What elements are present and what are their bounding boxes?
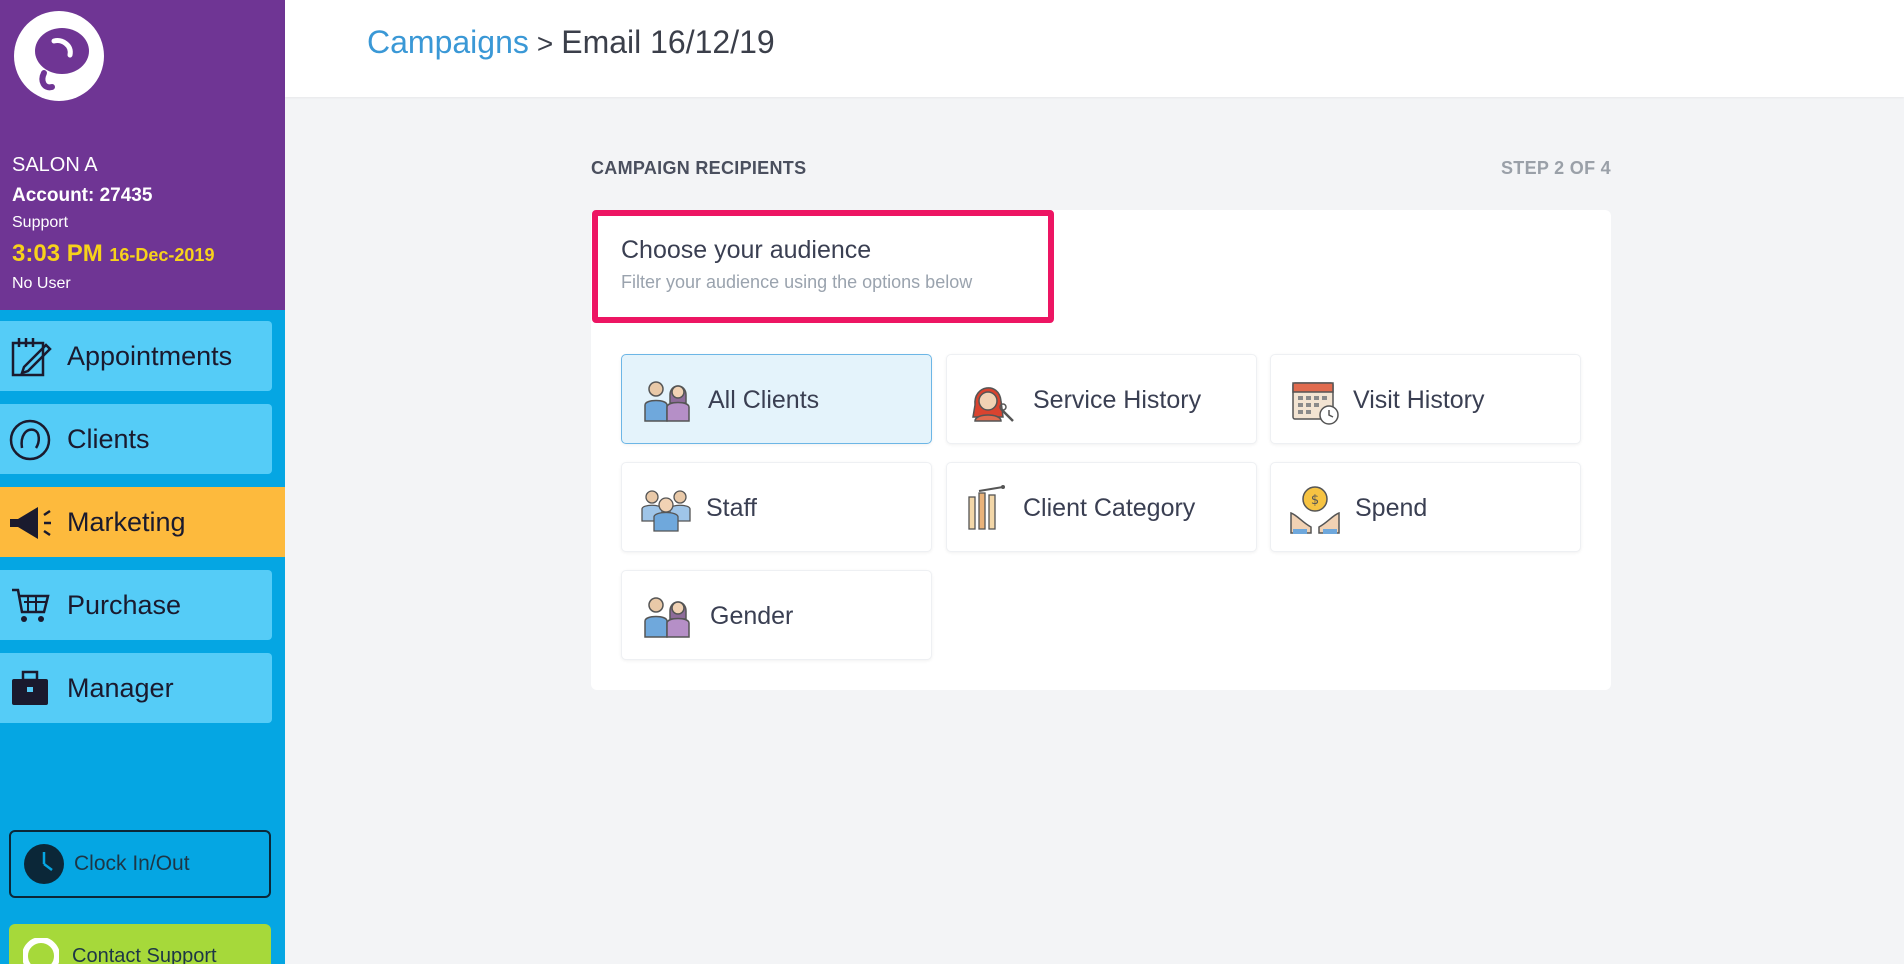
appointment-icon — [11, 338, 52, 377]
option-client-category[interactable]: Client Category — [946, 462, 1257, 552]
breadcrumb-campaigns-link[interactable]: Campaigns — [367, 24, 529, 60]
section-title: CAMPAIGN RECIPIENTS — [591, 158, 807, 178]
option-label-staff: Staff — [706, 494, 757, 522]
top-bar: Campaigns > Email 16/12/19 — [285, 0, 1904, 97]
support-text: Support — [12, 214, 69, 231]
cart-icon — [12, 588, 50, 622]
option-label-service-history: Service History — [1033, 386, 1202, 414]
audience-subtitle: Filter your audience using the options b… — [621, 272, 973, 292]
people-icon — [644, 381, 690, 422]
breadcrumb: Campaigns > Email 16/12/19 — [367, 24, 775, 61]
coin-hands-icon: $ — [1290, 486, 1340, 534]
megaphone-icon — [10, 507, 51, 539]
svg-text:$: $ — [1311, 493, 1319, 508]
option-gender[interactable]: Gender — [621, 570, 932, 660]
nav-appointments[interactable]: Appointments — [0, 321, 272, 391]
option-label-visit-history: Visit History — [1353, 386, 1485, 414]
audience-title: Choose your audience — [621, 236, 872, 264]
current-time: 3:03 PM 16-Dec-2019 — [12, 240, 214, 268]
sidebar: SALON A Account: 27435 Support 3:03 PM 1… — [0, 0, 285, 964]
clock-in-out-button[interactable]: Clock In/Out — [9, 830, 271, 898]
nav-label-manager: Manager — [67, 673, 174, 703]
nav-clients[interactable]: Clients — [0, 404, 272, 474]
nav-purchase[interactable]: Purchase — [0, 570, 272, 640]
option-staff[interactable]: Staff — [621, 462, 932, 552]
date-value: 16-Dec-2019 — [109, 245, 215, 265]
clock-icon — [24, 844, 64, 884]
salon-logo[interactable] — [14, 11, 104, 101]
hairdresser-icon — [972, 387, 1014, 422]
option-all-clients[interactable]: All Clients — [621, 354, 932, 444]
client-icon — [9, 419, 51, 461]
lifebuoy-icon — [23, 938, 59, 964]
nav-label-marketing: Marketing — [67, 507, 186, 537]
option-label-client-category: Client Category — [1023, 494, 1196, 522]
category-tools-icon — [968, 485, 1005, 530]
option-label-spend: Spend — [1355, 494, 1428, 522]
gender-people-icon — [644, 597, 690, 638]
clock-in-out-label: Clock In/Out — [74, 852, 190, 875]
logo-icon — [35, 28, 89, 91]
option-service-history[interactable]: Service History — [946, 354, 1257, 444]
sidebar-header: SALON A Account: 27435 Support 3:03 PM 1… — [0, 0, 285, 310]
option-spend[interactable]: $ Spend — [1270, 462, 1581, 552]
breadcrumb-separator: > — [536, 28, 554, 59]
nav-label-clients: Clients — [67, 424, 150, 454]
contact-support-button[interactable]: Contact Support — [9, 924, 271, 964]
account-number: Account: 27435 — [12, 185, 153, 206]
highlight-box — [592, 210, 1054, 323]
nav-label-purchase: Purchase — [67, 590, 182, 620]
nav-marketing[interactable]: Marketing — [0, 487, 285, 557]
calendar-icon — [1292, 382, 1339, 425]
option-label-all-clients: All Clients — [708, 386, 820, 414]
option-visit-history[interactable]: Visit History — [1270, 354, 1581, 444]
contact-support-label: Contact Support — [72, 945, 217, 964]
nav-manager[interactable]: Manager — [0, 653, 272, 723]
option-label-gender: Gender — [710, 602, 794, 630]
staff-group-icon — [641, 490, 691, 532]
current-user: No User — [12, 275, 71, 292]
salon-name: SALON A — [12, 154, 98, 176]
breadcrumb-current: Email 16/12/19 — [561, 24, 775, 60]
time-value: 3:03 PM — [12, 240, 103, 267]
step-indicator: STEP 2 OF 4 — [1500, 158, 1611, 178]
briefcase-icon — [12, 670, 48, 705]
nav-label-appointments: Appointments — [67, 341, 233, 371]
